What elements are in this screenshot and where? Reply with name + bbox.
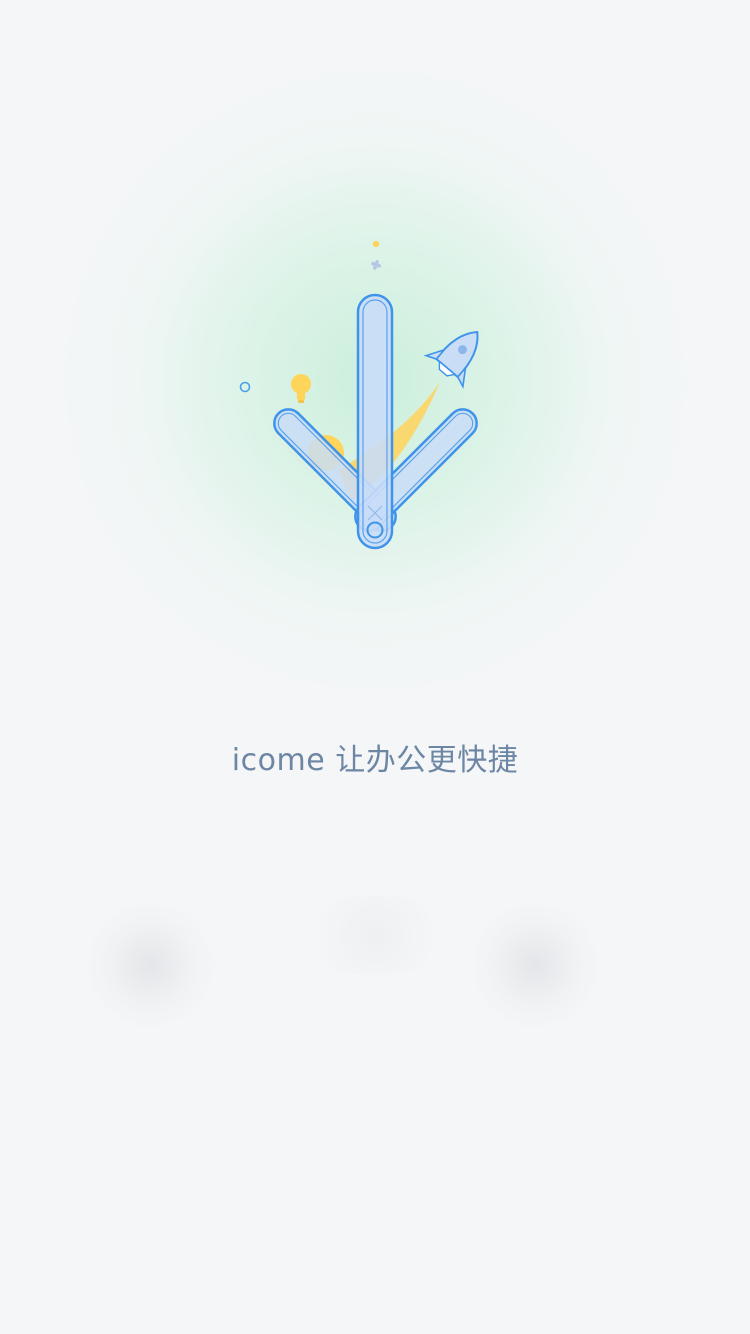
decor-dot [372, 240, 380, 248]
background-blur-left [80, 900, 220, 1030]
slogan-text: icome 让办公更快捷 [231, 743, 519, 778]
background-blur-center [295, 895, 455, 975]
light-bulb-icon [291, 374, 311, 403]
decor-ring [239, 381, 251, 393]
rocket-icon [423, 330, 479, 390]
arrow-center-bar [356, 293, 394, 550]
sparkle-icon [371, 260, 381, 270]
background-blur-right [465, 900, 605, 1030]
app-logo [225, 225, 525, 565]
